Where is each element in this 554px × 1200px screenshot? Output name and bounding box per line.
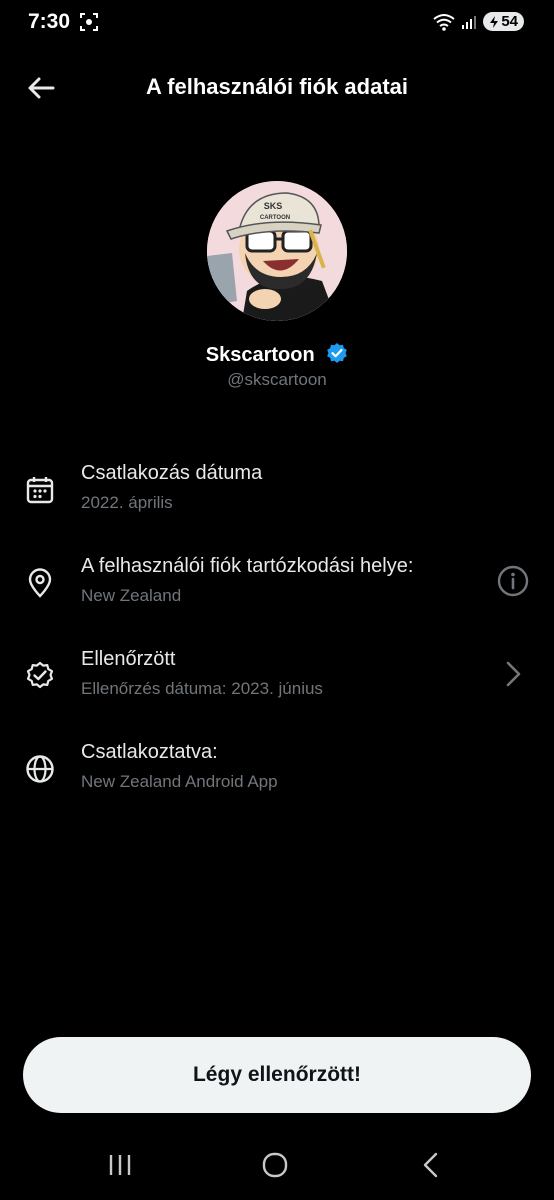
svg-text:SKS: SKS [264, 201, 283, 211]
status-bar: 7:30 54 [0, 0, 554, 46]
row-title: Csatlakozás dátuma [81, 462, 263, 484]
info-row-location: A felhasználói fiók tartózkodási helye: … [0, 555, 554, 635]
calendar-icon [26, 477, 54, 504]
verified-badge-outline-icon [26, 661, 54, 689]
verified-badge-icon [327, 343, 348, 363]
home-icon[interactable] [255, 1148, 295, 1182]
battery-icon: 54 [483, 12, 524, 31]
row-title: A felhasználói fiók tartózkodási helye: [81, 555, 414, 577]
row-subtitle: New Zealand [81, 586, 182, 605]
page-title: A felhasználói fiók adatai [145, 74, 409, 99]
row-subtitle: New Zealand Android App [81, 772, 278, 791]
battery-level: 54 [501, 13, 518, 30]
avatar-illustration: SKS CARTOON [207, 181, 347, 321]
info-row-verified[interactable]: Ellenőrzött Ellenőrzés dátuma: 2023. jún… [0, 648, 554, 728]
profile-handle: @skscartoon [227, 370, 327, 389]
location-pin-icon [28, 568, 52, 598]
globe-icon [26, 755, 54, 783]
screen-capture-icon [80, 13, 98, 31]
status-icons: 54 [433, 12, 524, 31]
signal-icon [462, 15, 477, 29]
status-time: 7:30 [28, 10, 71, 33]
get-verified-button[interactable]: Légy ellenőrzött! [23, 1037, 531, 1113]
profile-name: Skscartoon [0, 342, 554, 367]
row-subtitle: Ellenőrzés dátuma: 2023. június [81, 679, 323, 698]
avatar: SKS CARTOON [207, 181, 347, 321]
header: A felhasználói fiók adatai [0, 62, 554, 114]
system-nav-bar [0, 1130, 554, 1200]
row-subtitle: 2022. április [81, 493, 173, 512]
info-icon[interactable] [496, 564, 530, 598]
chevron-right-icon[interactable] [496, 657, 530, 691]
back-icon[interactable] [411, 1148, 451, 1182]
wifi-icon [433, 13, 455, 31]
info-row-join-date: Csatlakozás dátuma 2022. április [0, 462, 554, 542]
info-row-connected-via: Csatlakoztatva: New Zealand Android App [0, 741, 554, 821]
recent-apps-icon[interactable] [100, 1148, 140, 1182]
row-title: Ellenőrzött [81, 648, 176, 670]
display-name: Skscartoon [205, 344, 315, 366]
row-title: Csatlakoztatva: [81, 741, 218, 763]
svg-text:CARTOON: CARTOON [260, 215, 290, 221]
